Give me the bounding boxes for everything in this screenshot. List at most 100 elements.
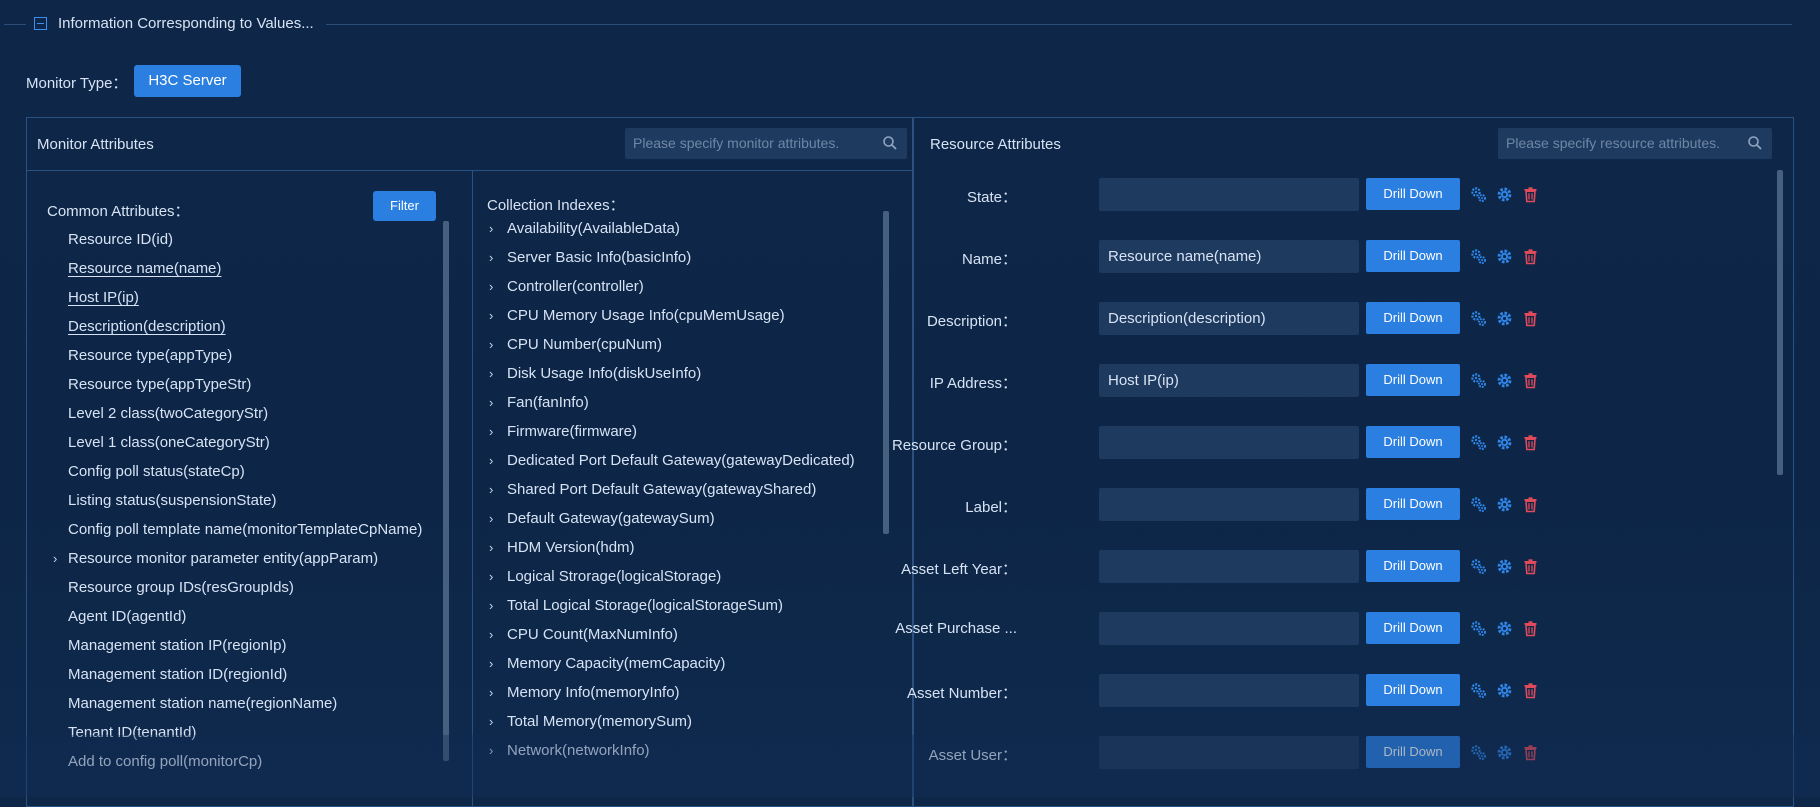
resource-attribute-input[interactable] (1099, 612, 1359, 645)
delete-trash-icon[interactable] (1522, 372, 1539, 389)
collection-index-item[interactable]: › Network(networkInfo) (487, 736, 855, 765)
collection-index-item[interactable]: › CPU Memory Usage Info(cpuMemUsage) (487, 301, 855, 330)
delete-trash-icon[interactable] (1522, 620, 1539, 637)
common-attribute-item[interactable]: Management station IP(regionIp) (68, 631, 422, 660)
drill-down-button[interactable]: Drill Down (1366, 488, 1460, 520)
config-gears-icon[interactable] (1470, 744, 1487, 761)
common-attribute-item[interactable]: Resource group IDs(resGroupIds) (68, 573, 422, 602)
settings-gear-icon[interactable] (1496, 310, 1513, 327)
drill-down-button[interactable]: Drill Down (1366, 364, 1460, 396)
drill-down-button[interactable]: Drill Down (1366, 426, 1460, 458)
config-gears-icon[interactable] (1470, 682, 1487, 699)
config-gears-icon[interactable] (1470, 620, 1487, 637)
config-gears-icon[interactable] (1470, 372, 1487, 389)
delete-trash-icon[interactable] (1522, 310, 1539, 327)
scrollbar[interactable] (1777, 170, 1783, 475)
common-attribute-item[interactable]: Config poll template name(monitorTemplat… (68, 515, 422, 544)
search-icon[interactable] (1746, 134, 1764, 152)
common-attribute-item[interactable]: Host IP(ip) (68, 283, 422, 312)
settings-gear-icon[interactable] (1496, 558, 1513, 575)
collection-index-item[interactable]: › Shared Port Default Gateway(gatewayShar… (487, 475, 855, 504)
collection-index-item[interactable]: › Total Logical Storage(logicalStorageSum… (487, 591, 855, 620)
drill-down-button[interactable]: Drill Down (1366, 240, 1460, 272)
settings-gear-icon[interactable] (1496, 620, 1513, 637)
collection-index-item[interactable]: › Firmware(firmware) (487, 417, 855, 446)
filter-button[interactable]: Filter (373, 191, 436, 221)
config-gears-icon[interactable] (1470, 434, 1487, 451)
drill-down-button[interactable]: Drill Down (1366, 674, 1460, 706)
drill-down-button[interactable]: Drill Down (1366, 736, 1460, 768)
chevron-right-icon[interactable]: › (489, 562, 493, 591)
drill-down-button[interactable]: Drill Down (1366, 550, 1460, 582)
config-gears-icon[interactable] (1470, 558, 1487, 575)
settings-gear-icon[interactable] (1496, 248, 1513, 265)
collection-index-item[interactable]: › Memory Info(memoryInfo) (487, 678, 855, 707)
settings-gear-icon[interactable] (1496, 744, 1513, 761)
common-attribute-item[interactable]: Resource type(appType) (68, 341, 422, 370)
common-attribute-item[interactable]: Resource ID(id) (68, 225, 422, 254)
resource-attribute-input[interactable]: Host IP(ip) (1099, 364, 1359, 397)
collection-index-item[interactable]: › Memory Capacity(memCapacity) (487, 649, 855, 678)
delete-trash-icon[interactable] (1522, 186, 1539, 203)
collection-index-item[interactable]: › CPU Number(cpuNum) (487, 330, 855, 359)
chevron-right-icon[interactable]: › (489, 330, 493, 359)
scrollbar[interactable] (883, 211, 889, 534)
common-attribute-item[interactable]: Listing status(suspensionState) (68, 486, 422, 515)
resource-attribute-input[interactable] (1099, 488, 1359, 521)
chevron-right-icon[interactable]: › (489, 533, 493, 562)
resource-attributes-search[interactable]: Please specify resource attributes. (1498, 128, 1772, 159)
common-attribute-item[interactable]: Tenant ID(tenantId) (68, 718, 422, 747)
chevron-right-icon[interactable]: › (489, 475, 493, 504)
common-attribute-item[interactable]: Agent ID(agentId) (68, 602, 422, 631)
delete-trash-icon[interactable] (1522, 496, 1539, 513)
chevron-right-icon[interactable]: › (489, 678, 493, 707)
chevron-right-icon[interactable]: › (489, 301, 493, 330)
settings-gear-icon[interactable] (1496, 496, 1513, 513)
settings-gear-icon[interactable] (1496, 372, 1513, 389)
collection-index-item[interactable]: › Dedicated Port Default Gateway(gatewayD… (487, 446, 855, 475)
chevron-right-icon[interactable]: › (489, 649, 493, 678)
monitor-attributes-search[interactable]: Please specify monitor attributes. (625, 128, 907, 159)
delete-trash-icon[interactable] (1522, 682, 1539, 699)
chevron-right-icon[interactable]: › (489, 417, 493, 446)
collection-index-item[interactable]: › Logical Strorage(logicalStorage) (487, 562, 855, 591)
common-attribute-item[interactable]: Management station name(regionName) (68, 689, 422, 718)
chevron-right-icon[interactable]: › (489, 359, 493, 388)
chevron-right-icon[interactable]: › (489, 591, 493, 620)
config-gears-icon[interactable] (1470, 496, 1487, 513)
monitor-type-button[interactable]: H3C Server (134, 65, 241, 97)
drill-down-button[interactable]: Drill Down (1366, 612, 1460, 644)
chevron-right-icon[interactable]: › (489, 504, 493, 533)
resource-attribute-input[interactable]: Description(description) (1099, 302, 1359, 335)
resource-attribute-input[interactable] (1099, 550, 1359, 583)
common-attribute-item[interactable]: Description(description) (68, 312, 422, 341)
collection-index-item[interactable]: › Controller(controller) (487, 272, 855, 301)
common-attribute-item[interactable]: Resource name(name) (68, 254, 422, 283)
collection-index-item[interactable]: › Server Basic Info(basicInfo) (487, 243, 855, 272)
chevron-right-icon[interactable]: › (489, 620, 493, 649)
drill-down-button[interactable]: Drill Down (1366, 178, 1460, 210)
resource-attribute-input[interactable] (1099, 426, 1359, 459)
common-attribute-item[interactable]: Add to config poll(monitorCp) (68, 747, 422, 776)
chevron-right-icon[interactable]: › (53, 544, 57, 573)
delete-trash-icon[interactable] (1522, 744, 1539, 761)
common-attribute-item[interactable]: Level 2 class(twoCategoryStr) (68, 399, 422, 428)
config-gears-icon[interactable] (1470, 310, 1487, 327)
settings-gear-icon[interactable] (1496, 186, 1513, 203)
common-attribute-item[interactable]: Resource type(appTypeStr) (68, 370, 422, 399)
resource-attribute-input[interactable] (1099, 674, 1359, 707)
collection-index-item[interactable]: › CPU Count(MaxNumInfo) (487, 620, 855, 649)
collection-index-item[interactable]: › Availability(AvailableData) (487, 214, 855, 243)
config-gears-icon[interactable] (1470, 186, 1487, 203)
delete-trash-icon[interactable] (1522, 248, 1539, 265)
common-attribute-item[interactable]: Management station ID(regionId) (68, 660, 422, 689)
resource-attribute-input[interactable] (1099, 178, 1359, 211)
collapse-icon[interactable] (34, 17, 47, 30)
settings-gear-icon[interactable] (1496, 434, 1513, 451)
common-attribute-item[interactable]: Config poll status(stateCp) (68, 457, 422, 486)
settings-gear-icon[interactable] (1496, 682, 1513, 699)
resource-attribute-input[interactable] (1099, 736, 1359, 769)
collection-index-item[interactable]: › Fan(fanInfo) (487, 388, 855, 417)
chevron-right-icon[interactable]: › (489, 272, 493, 301)
collection-index-item[interactable]: › Disk Usage Info(diskUseInfo) (487, 359, 855, 388)
